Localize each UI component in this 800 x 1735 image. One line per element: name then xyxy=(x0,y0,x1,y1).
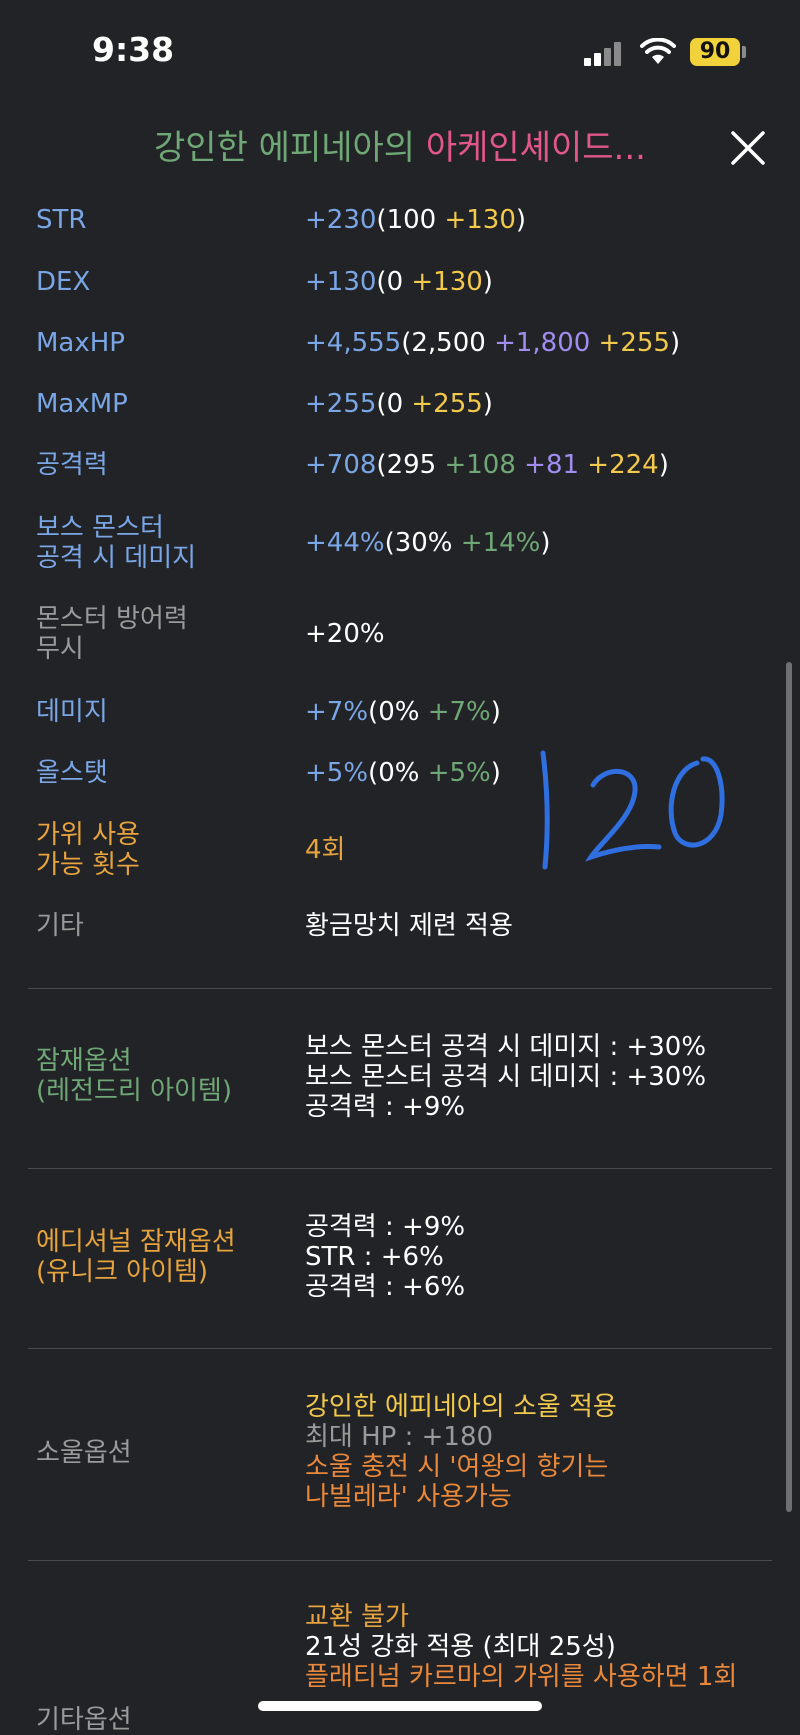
stat-label: 보스 몬스터 공격 시 데미지 xyxy=(36,513,197,573)
stat-value-part: +5% xyxy=(427,758,491,788)
stat-value: +5%(0% +5%) xyxy=(305,758,501,788)
stat-value: +4,555(2,500 +1,800 +255) xyxy=(305,328,680,358)
stat-value-part: +255 xyxy=(305,389,377,419)
close-icon[interactable] xyxy=(728,128,768,168)
section-divider xyxy=(28,988,772,989)
potential-lines: 보스 몬스터 공격 시 데미지 : +30% 보스 몬스터 공격 시 데미지 :… xyxy=(305,1032,706,1122)
stat-label: 공격력 xyxy=(36,450,108,480)
etc-line: 플래티넘 카르마의 가위를 사용하면 1회 xyxy=(305,1662,738,1692)
stat-value-part: +5% xyxy=(305,758,369,788)
stat-label: MaxMP xyxy=(36,389,128,419)
stat-value-part: +81 xyxy=(524,450,580,480)
stat-value-part: (0% xyxy=(368,697,428,727)
additional-potential-line: 공격력 : +9% xyxy=(305,1212,466,1242)
status-bar: 9:38 90 xyxy=(0,0,800,100)
stat-value-part: ) xyxy=(490,758,501,788)
stat-value-part: +130 xyxy=(411,267,483,297)
additional-potential-label: 에디셔널 잠재옵션 (유니크 아이템) xyxy=(36,1227,236,1287)
cellular-signal-icon xyxy=(584,42,622,66)
potential-line: 보스 몬스터 공격 시 데미지 : +30% xyxy=(305,1062,707,1092)
section-divider xyxy=(28,1168,772,1169)
battery-icon: 90 xyxy=(690,38,740,66)
stat-value: +20% xyxy=(305,619,385,649)
stat-value-part: (100 xyxy=(376,205,445,235)
stat-value-part: (2,500 xyxy=(401,328,495,358)
home-indicator[interactable] xyxy=(258,1701,542,1711)
stat-value-part: +7% xyxy=(427,697,491,727)
battery-tip xyxy=(742,46,746,58)
stat-value: +255(0 +255) xyxy=(305,389,493,419)
stat-value-part: +1,800 xyxy=(494,328,591,358)
etc-lines: 교환 불가 21성 강화 적용 (최대 25성) 플래티넘 카르마의 가위를 사용하… xyxy=(305,1602,737,1692)
potential-line: 공격력 : +9% xyxy=(305,1092,466,1122)
soul-line: 최대 HP : +180 xyxy=(305,1422,494,1452)
stat-value-part: +7% xyxy=(305,697,369,727)
stat-value: +130(0 +130) xyxy=(305,267,493,297)
stat-value-part: +44% xyxy=(305,528,385,558)
stat-value-part: 황금망치 제련 적용 xyxy=(305,911,513,941)
stat-value-part: +20% xyxy=(305,619,385,649)
stat-value-part: +108 xyxy=(444,450,516,480)
stat-value-part: ) xyxy=(482,267,493,297)
section-divider xyxy=(28,1348,772,1349)
stat-label: 올스탯 xyxy=(36,758,108,788)
additional-potential-lines: 공격력 : +9% STR : +6% 공격력 : +6% xyxy=(305,1212,465,1302)
stat-value-part: +14% xyxy=(460,528,541,558)
handwritten-note xyxy=(540,750,725,870)
stat-value-part: (0 xyxy=(376,267,412,297)
section-divider xyxy=(28,1560,772,1561)
stat-value: +230(100 +130) xyxy=(305,205,526,235)
stat-value-part: (0% xyxy=(368,758,428,788)
soul-line: 소울 충전 시 '여왕의 향기는 xyxy=(305,1452,609,1482)
stat-value-part: ) xyxy=(658,450,669,480)
stat-value: +44%(30% +14%) xyxy=(305,528,551,558)
stat-value-part: +4,555 xyxy=(305,328,402,358)
stat-value: +708(295 +108 +81 +224) xyxy=(305,450,669,480)
stat-value-part: ) xyxy=(540,528,551,558)
potential-line: 보스 몬스터 공격 시 데미지 : +30% xyxy=(305,1032,707,1062)
soul-lines: 강인한 에피네아의 소울 적용 최대 HP : +180 소울 충전 시 '여왕의 … xyxy=(305,1392,617,1512)
stat-value-part: +130 xyxy=(444,205,516,235)
stat-label: MaxHP xyxy=(36,328,125,358)
etc-line: 21성 강화 적용 (최대 25성) xyxy=(305,1632,616,1662)
stat-value-part: ) xyxy=(515,205,527,235)
additional-potential-line: 공격력 : +6% xyxy=(305,1272,466,1302)
stat-label: STR xyxy=(36,205,87,235)
stat-label: 가위 사용 가능 횟수 xyxy=(36,820,140,880)
stat-value-part xyxy=(516,450,524,480)
stat-value-part: +708 xyxy=(305,450,377,480)
stat-value-part: ) xyxy=(490,697,501,727)
status-time: 9:38 xyxy=(92,30,175,69)
soul-line: 나빌레라' 사용가능 xyxy=(305,1482,512,1512)
stat-value-part: ) xyxy=(669,328,681,358)
stat-value: +7%(0% +7%) xyxy=(305,697,501,727)
wifi-icon xyxy=(640,38,676,64)
additional-potential-line: STR : +6% xyxy=(305,1242,444,1272)
stat-label: 데미지 xyxy=(36,697,108,727)
item-title: 강인한 에피네아의 아케인셰이드... xyxy=(0,120,800,169)
soul-label: 소울옵션 xyxy=(36,1438,132,1468)
stat-label: 기타 xyxy=(36,911,84,941)
title-prefix: 강인한 에피네아의 xyxy=(154,128,426,168)
stat-value-part: (295 xyxy=(376,450,445,480)
stat-value-part: +255 xyxy=(411,389,483,419)
stat-value-part: 4회 xyxy=(305,835,346,865)
potential-label: 잠재옵션 (레전드리 아이템) xyxy=(36,1046,232,1106)
stat-value-part: +224 xyxy=(587,450,659,480)
stat-value-part: +230 xyxy=(305,205,377,235)
stat-value-part: +255 xyxy=(598,328,670,358)
scrollbar[interactable] xyxy=(786,662,792,1512)
stat-value-part: (0 xyxy=(376,389,412,419)
stat-value-part: ) xyxy=(482,389,493,419)
stat-value-part xyxy=(590,328,598,358)
stat-value: 4회 xyxy=(305,835,345,865)
title-item-name: 아케인셰이드... xyxy=(425,128,646,168)
stat-value-part: +130 xyxy=(305,267,377,297)
stat-value: 황금망치 제련 적용 xyxy=(305,911,513,941)
soul-line: 강인한 에피네아의 소울 적용 xyxy=(305,1392,617,1422)
stat-label: DEX xyxy=(36,267,91,297)
etc-line: 교환 불가 xyxy=(305,1602,409,1632)
stat-label: 몬스터 방어력 무시 xyxy=(36,604,188,664)
stat-value-part: (30% xyxy=(384,528,461,558)
